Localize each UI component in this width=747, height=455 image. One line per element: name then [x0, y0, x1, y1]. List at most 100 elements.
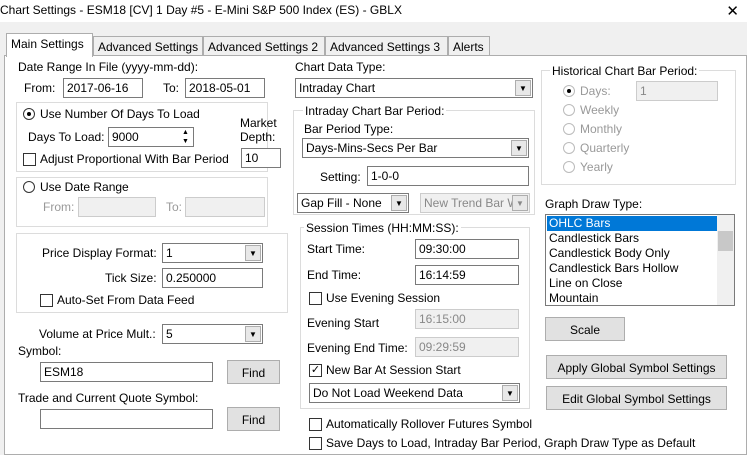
- graph-draw-type-list[interactable]: OHLC Bars Candlestick Bars Candlestick B…: [545, 214, 735, 306]
- tab-advanced-settings-2[interactable]: Advanced Settings 2: [203, 36, 325, 56]
- graph-draw-type-label: Graph Draw Type:: [545, 197, 643, 211]
- weekend-data-select[interactable]: Do Not Load Weekend Data ▼: [309, 383, 520, 403]
- tick-size-input[interactable]: 0.250000: [162, 268, 263, 288]
- use-date-range-label: Use Date Range: [40, 180, 129, 194]
- intraday-group-label: Intraday Chart Bar Period:: [303, 104, 447, 118]
- market-depth-input[interactable]: 10: [241, 148, 281, 168]
- symbol-label: Symbol:: [18, 344, 62, 358]
- chevron-down-icon: ▼: [245, 326, 261, 342]
- bar-period-type-value: Days-Mins-Secs Per Bar: [306, 141, 438, 155]
- chevron-down-icon: ▼: [512, 195, 528, 211]
- monthly-radio[interactable]: [563, 123, 575, 135]
- evening-end-label: Evening End Time:: [307, 341, 408, 355]
- adjust-proportional-checkbox[interactable]: [23, 153, 36, 166]
- from-label: From:: [24, 81, 56, 95]
- quarterly-radio[interactable]: [563, 142, 575, 154]
- apply-global-settings-button[interactable]: Apply Global Symbol Settings: [546, 355, 727, 379]
- tab-advanced-settings[interactable]: Advanced Settings: [93, 36, 203, 56]
- chart-data-type-value: Intraday Chart: [299, 81, 376, 95]
- volume-mult-label: Volume at Price Mult.:: [39, 327, 156, 341]
- historical-days-radio[interactable]: [563, 85, 575, 97]
- edit-global-settings-button[interactable]: Edit Global Symbol Settings: [546, 386, 727, 410]
- end-time-input[interactable]: 16:14:59: [415, 265, 519, 285]
- setting-label: Setting:: [320, 170, 361, 184]
- range-from-label: From:: [43, 200, 75, 214]
- tab-advanced-settings-3[interactable]: Advanced Settings 3: [325, 36, 448, 56]
- tab-alerts[interactable]: Alerts: [448, 36, 490, 56]
- scrollbar[interactable]: [717, 215, 734, 305]
- find-trade-symbol-button[interactable]: Find: [227, 407, 280, 431]
- range-to-input[interactable]: [185, 197, 265, 217]
- end-time-label: End Time:: [307, 268, 362, 282]
- days-spinner[interactable]: ▲ ▼: [178, 128, 193, 146]
- use-date-range-radio[interactable]: [23, 181, 35, 193]
- chart-data-type-label: Chart Data Type:: [295, 60, 386, 74]
- chevron-down-icon: ▼: [515, 80, 531, 96]
- evening-start-label: Evening Start: [307, 316, 380, 330]
- scrollbar-thumb[interactable]: [718, 231, 733, 251]
- autoset-label: Auto-Set From Data Feed: [57, 293, 195, 307]
- setting-input[interactable]: 1-0-0: [367, 166, 529, 186]
- start-time-label: Start Time:: [307, 242, 366, 256]
- trade-symbol-label: Trade and Current Quote Symbol:: [18, 391, 199, 405]
- session-group-label: Session Times (HH:MM:SS):: [304, 221, 461, 235]
- evening-session-label: Use Evening Session: [326, 291, 441, 305]
- range-from-input[interactable]: [78, 197, 156, 217]
- symbol-input[interactable]: ESM18: [40, 362, 213, 382]
- new-trend-bar-select[interactable]: New Trend Bar W ▼: [420, 193, 530, 213]
- use-days-label: Use Number Of Days To Load: [40, 107, 200, 121]
- file-from-field[interactable]: 2017-06-16: [63, 78, 143, 98]
- price-format-select[interactable]: 1 ▼: [162, 243, 263, 263]
- bar-period-type-label: Bar Period Type:: [304, 122, 394, 136]
- historical-group-label: Historical Chart Bar Period:: [550, 64, 700, 78]
- market-depth-label: Market Depth:: [240, 116, 277, 144]
- yearly-radio[interactable]: [563, 161, 575, 173]
- new-bar-session-checkbox[interactable]: ✓: [309, 364, 322, 377]
- adjust-proportional-label: Adjust Proportional With Bar Period: [40, 152, 229, 166]
- weekly-label: Weekly: [580, 103, 620, 117]
- scale-button[interactable]: Scale: [545, 317, 625, 341]
- volume-mult-value: 5: [166, 327, 173, 341]
- close-icon[interactable]: ✕: [726, 2, 739, 20]
- title-bar: Chart Settings - ESM18 [CV] 1 Day #5 - E…: [0, 0, 747, 22]
- rollover-checkbox[interactable]: [309, 418, 322, 431]
- monthly-label: Monthly: [580, 122, 623, 136]
- find-symbol-button[interactable]: Find: [227, 360, 280, 384]
- to-label: To:: [163, 81, 180, 95]
- days-to-load-label: Days To Load:: [28, 130, 105, 144]
- chevron-down-icon: ▼: [245, 245, 261, 261]
- start-time-input[interactable]: 09:30:00: [415, 239, 519, 259]
- file-to-field[interactable]: 2018-05-01: [185, 78, 265, 98]
- quarterly-label: Quarterly: [580, 141, 630, 155]
- chart-data-type-select[interactable]: Intraday Chart ▼: [295, 78, 533, 98]
- yearly-label: Yearly: [580, 160, 613, 174]
- weekly-radio[interactable]: [563, 104, 575, 116]
- list-item[interactable]: Line on Close: [547, 276, 717, 291]
- list-item[interactable]: OHLC Bars: [547, 216, 717, 231]
- volume-mult-select[interactable]: 5 ▼: [162, 324, 263, 344]
- gap-fill-select[interactable]: Gap Fill - None ▼: [297, 193, 409, 213]
- range-to-label: To:: [166, 200, 183, 214]
- chevron-down-icon: ▼: [511, 140, 527, 156]
- save-default-checkbox[interactable]: [309, 437, 322, 450]
- trade-symbol-input[interactable]: [40, 409, 213, 429]
- evening-end-input[interactable]: 09:29:59: [415, 337, 519, 357]
- date-range-label: Date Range In File (yyyy-mm-dd):: [18, 60, 199, 74]
- list-item[interactable]: Mountain: [547, 291, 717, 306]
- evening-session-checkbox[interactable]: [309, 292, 322, 305]
- weekend-data-value: Do Not Load Weekend Data: [313, 386, 463, 400]
- price-format-label: Price Display Format:: [42, 246, 157, 260]
- list-item[interactable]: Candlestick Bars Hollow: [547, 261, 717, 276]
- tab-main-settings[interactable]: Main Settings: [6, 33, 93, 57]
- historical-days-label: Days:: [580, 84, 611, 98]
- list-item[interactable]: Candlestick Body Only: [547, 246, 717, 261]
- autoset-checkbox[interactable]: [40, 294, 53, 307]
- bar-period-type-select[interactable]: Days-Mins-Secs Per Bar ▼: [302, 138, 529, 158]
- chevron-down-icon: ▼: [502, 385, 518, 401]
- use-days-radio[interactable]: [23, 108, 35, 120]
- list-item[interactable]: Candlestick Bars: [547, 231, 717, 246]
- evening-start-input[interactable]: 16:15:00: [415, 309, 519, 329]
- tick-size-label: Tick Size:: [105, 271, 157, 285]
- historical-days-input[interactable]: 1: [636, 81, 718, 101]
- chevron-down-icon: ▼: [391, 195, 407, 211]
